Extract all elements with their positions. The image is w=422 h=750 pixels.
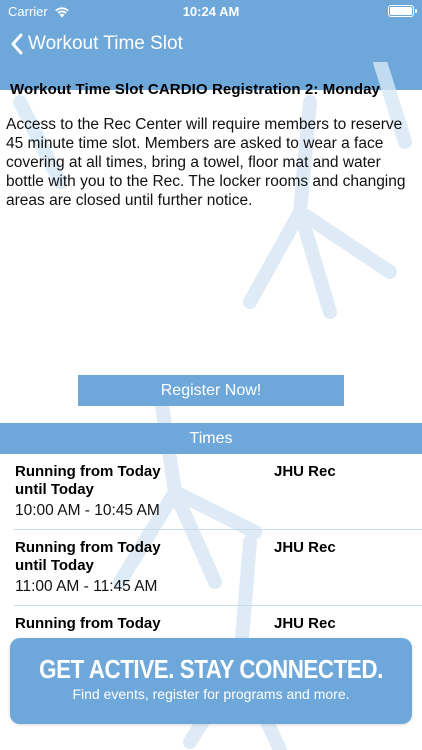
time-range: 11:00 AM - 11:45 AM bbox=[15, 578, 158, 595]
battery-icon bbox=[388, 5, 417, 17]
clock: 10:24 AM bbox=[182, 4, 240, 19]
time-slot-row[interactable]: Running from Today until Today 11:00 AM … bbox=[0, 530, 422, 606]
event-title: Workout Time Slot CARDIO Registration 2:… bbox=[10, 81, 381, 98]
navigation-bar: Workout Time Slot bbox=[0, 26, 422, 62]
promo-banner[interactable]: GET ACTIVE. STAY CONNECTED. Find events,… bbox=[10, 638, 412, 724]
time-slot-row[interactable]: Running from Today until Today 10:00 AM … bbox=[0, 454, 422, 530]
back-button[interactable]: Workout Time Slot bbox=[10, 33, 183, 55]
promo-subtitle: Find events, register for programs and m… bbox=[72, 686, 350, 702]
nav-title: Workout Time Slot bbox=[28, 33, 183, 54]
running-dates: Running from Today until Today bbox=[15, 463, 161, 498]
register-now-button[interactable]: Register Now! bbox=[78, 375, 344, 406]
time-range: 10:00 AM - 10:45 AM bbox=[15, 502, 160, 519]
running-dates: Running from Today until Today bbox=[15, 539, 161, 574]
running-dates: Running from Today bbox=[15, 615, 161, 632]
event-description: Access to the Rec Center will require me… bbox=[6, 116, 406, 209]
promo-headline: GET ACTIVE. STAY CONNECTED. bbox=[39, 654, 383, 684]
location: JHU Rec bbox=[274, 463, 336, 480]
chevron-left-icon bbox=[11, 33, 23, 55]
status-bar: Carrier 10:24 AM bbox=[0, 0, 422, 24]
location: JHU Rec bbox=[274, 615, 336, 632]
location: JHU Rec bbox=[274, 539, 336, 556]
times-section-header: Times bbox=[0, 423, 422, 454]
